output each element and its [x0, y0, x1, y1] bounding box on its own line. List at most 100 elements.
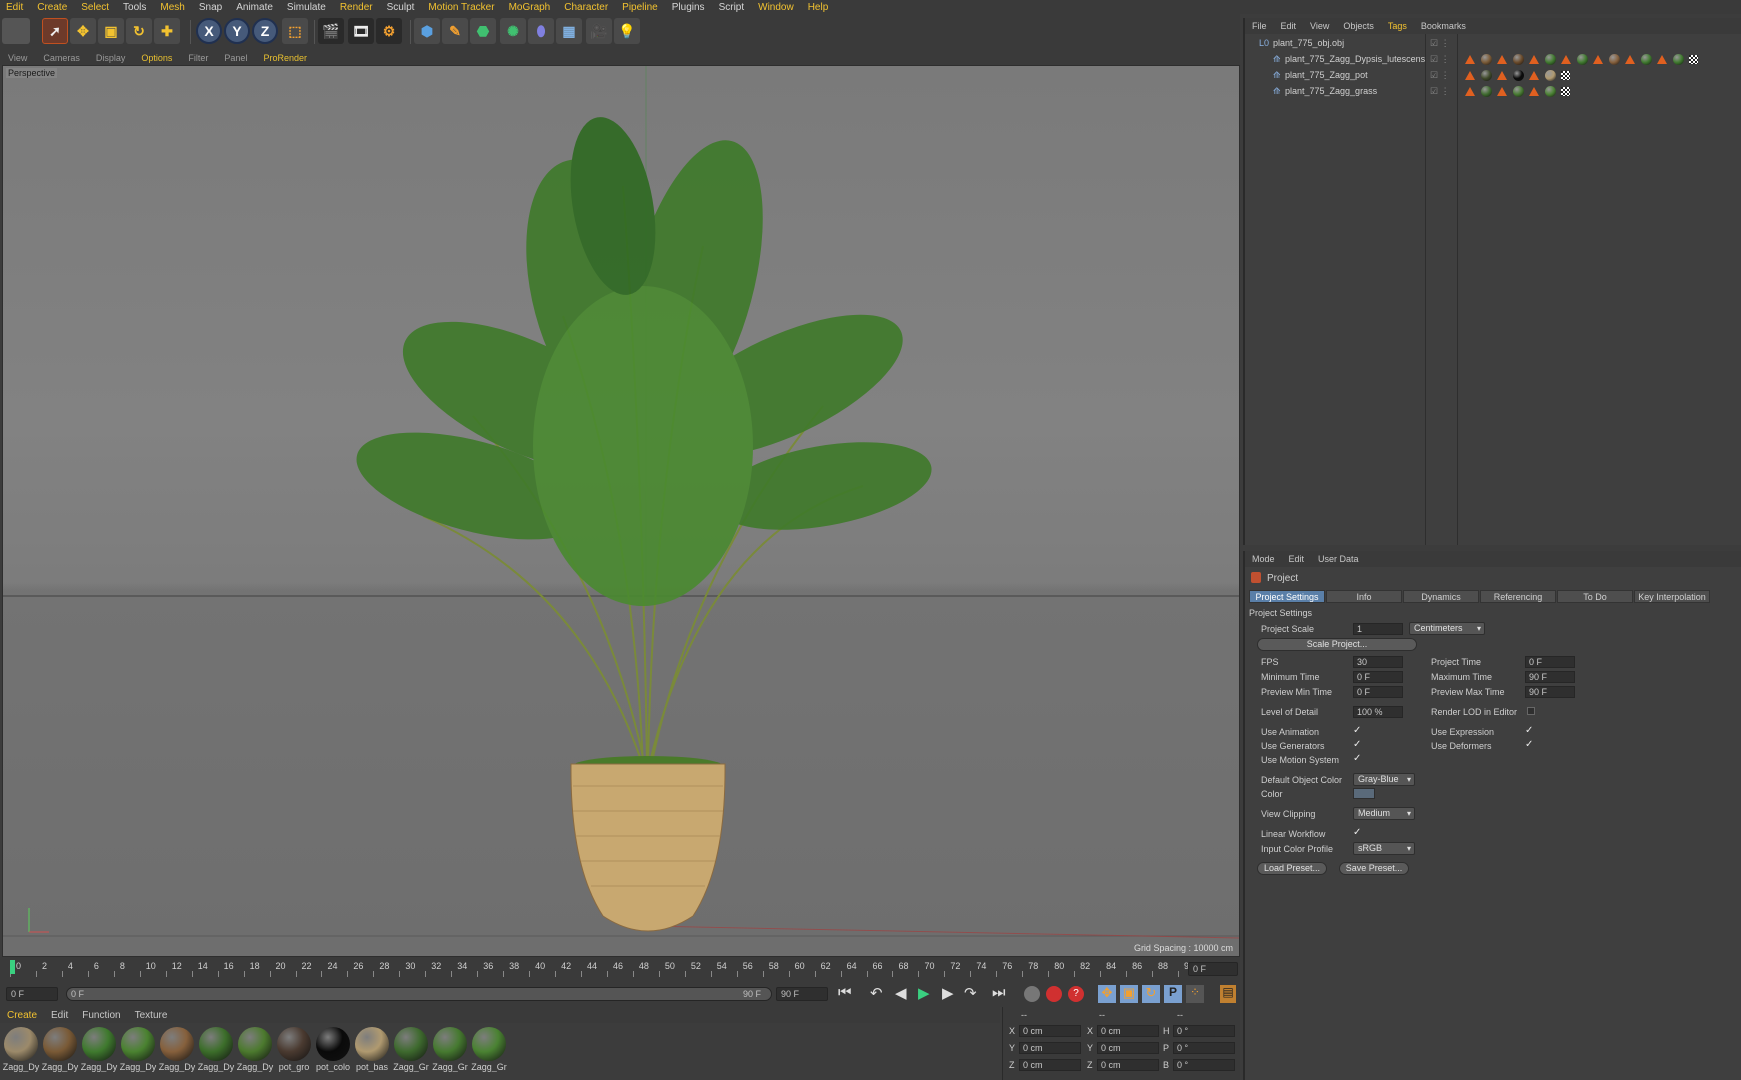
record-icon[interactable] [1046, 986, 1062, 1002]
view-clipping-dropdown[interactable]: Medium [1353, 807, 1415, 820]
phong-tag-icon[interactable] [1465, 87, 1475, 96]
object-menu-view[interactable]: View [1303, 21, 1336, 31]
menu-plugins[interactable]: Plugins [666, 2, 713, 13]
timeline-ruler[interactable]: 0 2 4 6 8 10 12 14 16 18 20 22 24 26 28 30 32 34 36 38 40 42 4… [0, 957, 1240, 981]
preview-min-field[interactable]: 0 F [1353, 686, 1403, 698]
axis-z-button[interactable]: Z [252, 18, 278, 44]
render-settings-button[interactable]: ⚙ [376, 18, 402, 44]
scale-tool-button[interactable]: ▣ [98, 18, 124, 44]
visibility-toggle-icon[interactable]: ☑ ⋮ [1430, 52, 1450, 67]
load-preset-button[interactable]: Load Preset... [1257, 862, 1327, 875]
phong-tag-icon[interactable] [1465, 71, 1475, 80]
phong-tag-icon[interactable] [1529, 55, 1539, 64]
axis-y-button[interactable]: Y [224, 18, 250, 44]
menu-mograph[interactable]: MoGraph [503, 2, 559, 13]
render-view-button[interactable]: 🎬 [318, 18, 344, 44]
menu-pipeline[interactable]: Pipeline [616, 2, 666, 13]
phong-tag-icon[interactable] [1497, 87, 1507, 96]
material-swatch[interactable]: pot_bas [353, 1027, 391, 1072]
viewport-menu-display[interactable]: Display [88, 53, 134, 63]
material-tag-icon[interactable] [1545, 70, 1556, 81]
material-tag-icon[interactable] [1545, 54, 1556, 65]
material-tag-icon[interactable] [1481, 70, 1492, 81]
phong-tag-icon[interactable] [1657, 55, 1667, 64]
key-pla-icon[interactable]: ⁘ [1186, 985, 1204, 1003]
tab-referencing[interactable]: Referencing [1480, 590, 1556, 603]
use-motion-checkbox[interactable]: ✓ [1353, 754, 1363, 764]
range-slider[interactable]: 0 F 90 F [66, 987, 772, 1001]
material-menu-texture[interactable]: Texture [128, 1010, 175, 1021]
viewport-menu-prorender[interactable]: ProRender [255, 53, 315, 63]
tab-dynamics[interactable]: Dynamics [1403, 590, 1479, 603]
material-swatch[interactable]: Zagg_Dy [41, 1027, 79, 1072]
menu-simulate[interactable]: Simulate [281, 2, 334, 13]
visibility-toggle-icon[interactable]: ☑ ⋮ [1430, 68, 1450, 83]
prev-key-icon[interactable]: ↶ [870, 984, 883, 1002]
light-icon[interactable]: 💡 [614, 18, 640, 44]
axis-x-button[interactable]: X [196, 18, 222, 44]
goto-start-icon[interactable]: ⏮ [838, 984, 852, 1001]
object-menu-file[interactable]: File [1245, 21, 1274, 31]
color-swatch[interactable] [1353, 788, 1375, 799]
scale-unit-dropdown[interactable]: Centimeters [1409, 622, 1485, 635]
phong-tag-icon[interactable] [1561, 55, 1571, 64]
tab-info[interactable]: Info [1326, 590, 1402, 603]
default-color-dropdown[interactable]: Gray-Blue [1353, 773, 1415, 786]
object-row[interactable]: L0 plant_775_obj.obj ☑ ⋮ [1245, 36, 1741, 51]
input-color-profile-dropdown[interactable]: sRGB [1353, 842, 1415, 855]
menu-script[interactable]: Script [713, 2, 753, 13]
menu-create[interactable]: Create [31, 2, 75, 13]
min-time-field[interactable]: 0 F [1353, 671, 1403, 683]
phong-tag-icon[interactable] [1497, 55, 1507, 64]
key-position-icon[interactable]: ✥ [1098, 985, 1116, 1003]
end-frame-field[interactable]: 90 F [776, 987, 828, 1001]
scale-project-button[interactable]: Scale Project... [1257, 638, 1417, 651]
material-swatch[interactable]: Zagg_Gr [431, 1027, 469, 1072]
material-swatch[interactable]: Zagg_Gr [392, 1027, 430, 1072]
rotate-tool-button[interactable]: ↻ [126, 18, 152, 44]
menu-select[interactable]: Select [75, 2, 117, 13]
material-menu-edit[interactable]: Edit [44, 1010, 75, 1021]
viewport-menu-cameras[interactable]: Cameras [35, 53, 88, 63]
auto-key-icon[interactable]: ? [1068, 986, 1084, 1002]
phong-tag-icon[interactable] [1593, 55, 1603, 64]
phong-tag-icon[interactable] [1625, 55, 1635, 64]
menu-animate[interactable]: Animate [230, 2, 281, 13]
tab-to-do[interactable]: To Do [1557, 590, 1633, 603]
pen-spline-icon[interactable]: ✎ [442, 18, 468, 44]
move-tool-button[interactable]: ✥ [70, 18, 96, 44]
material-swatch[interactable]: Zagg_Dy [80, 1027, 118, 1072]
menu-snap[interactable]: Snap [193, 2, 230, 13]
material-swatch[interactable]: Zagg_Gr [470, 1027, 508, 1072]
menu-render[interactable]: Render [334, 2, 381, 13]
viewport-menu-filter[interactable]: Filter [180, 53, 216, 63]
material-tag-icon[interactable] [1513, 70, 1524, 81]
material-tag-icon[interactable] [1481, 86, 1492, 97]
attribute-menu-user-data[interactable]: User Data [1311, 554, 1366, 564]
cloner-icon[interactable]: ✺ [500, 18, 526, 44]
menu-edit[interactable]: Edit [0, 2, 31, 13]
start-frame-field[interactable]: 0 F [6, 987, 58, 1001]
viewport-perspective[interactable]: Perspective Grid Spacing: 10000 cm [2, 65, 1240, 957]
phong-tag-icon[interactable] [1529, 87, 1539, 96]
viewport-menu-view[interactable]: View [0, 53, 35, 63]
tab-project-settings[interactable]: Project Settings [1249, 590, 1325, 603]
viewport-menu-options[interactable]: Options [133, 53, 180, 63]
material-menu-function[interactable]: Function [75, 1010, 127, 1021]
uvw-tag-icon[interactable] [1689, 55, 1698, 64]
project-scale-field[interactable]: 1 [1353, 623, 1403, 635]
prev-frame-icon[interactable]: ◀ [895, 984, 907, 1002]
project-time-field[interactable]: 0 F [1525, 656, 1575, 668]
material-swatch[interactable]: Zagg_Dy [236, 1027, 274, 1072]
record-disabled-icon[interactable] [1024, 986, 1040, 1002]
material-tag-icon[interactable] [1673, 54, 1684, 65]
visibility-toggle-icon[interactable]: ☑ ⋮ [1430, 84, 1450, 99]
render-picture-viewer-button[interactable]: 🎞 [348, 18, 374, 44]
attribute-menu-mode[interactable]: Mode [1245, 554, 1282, 564]
material-tag-icon[interactable] [1577, 54, 1588, 65]
timeline-window-icon[interactable]: ▤ [1220, 985, 1236, 1003]
coords-value-field[interactable]: 0 cm [1019, 1059, 1081, 1071]
render-lod-checkbox[interactable] [1527, 707, 1535, 715]
menu-window[interactable]: Window [752, 2, 802, 13]
coords-value-field[interactable]: 0 ° [1173, 1042, 1235, 1054]
